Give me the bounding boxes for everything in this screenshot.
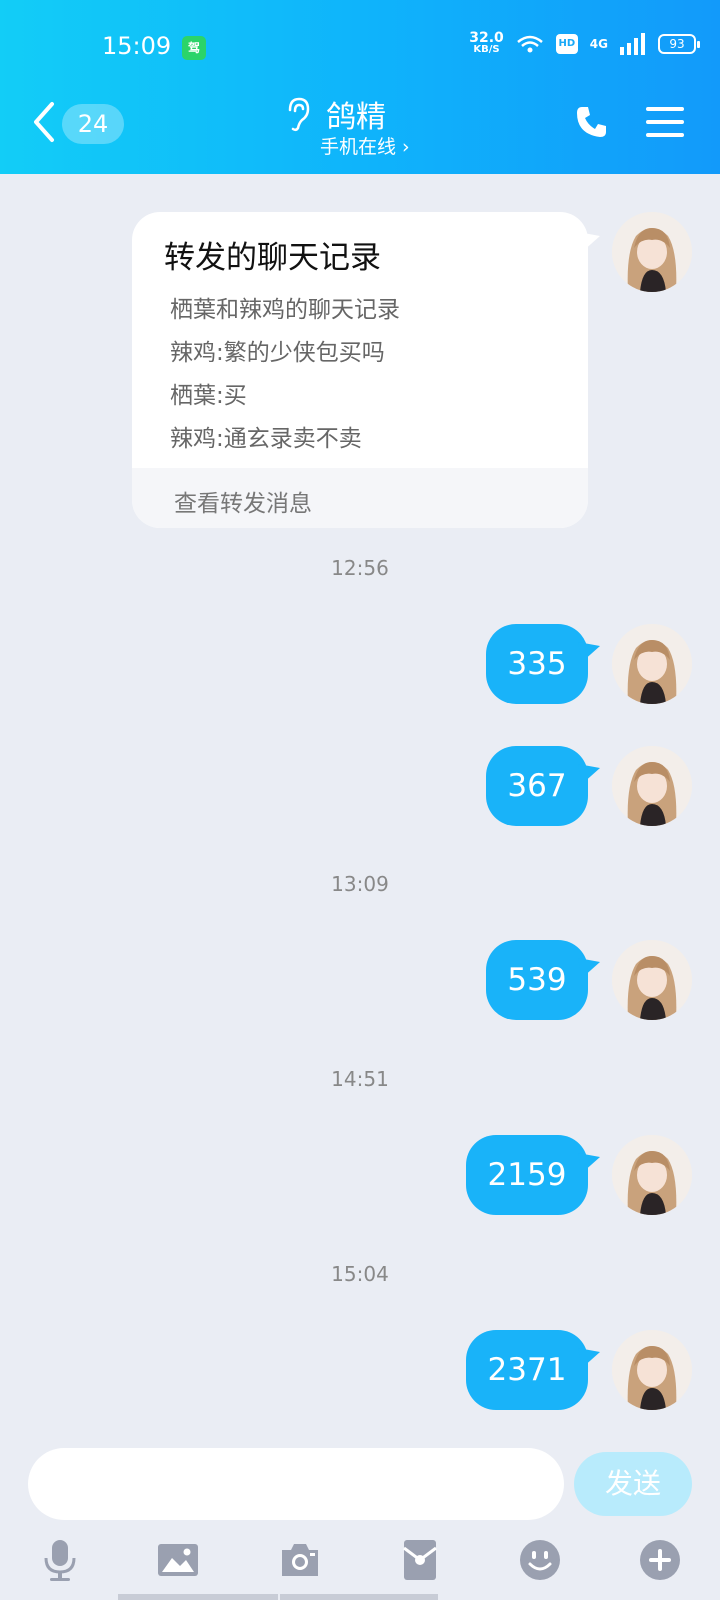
forwarded-line: 栖葉和辣鸡的聊天记录 [170, 297, 400, 323]
hd-icon: HD [555, 34, 578, 54]
avatar[interactable] [612, 624, 692, 704]
toolbar-indicator [118, 1594, 278, 1600]
bubble-tail [578, 232, 600, 252]
forwarded-line: 栖葉:买 [170, 383, 247, 409]
bubble-tail [578, 958, 600, 978]
chat-header: 15:09 驾 32.0 KB/S HD 4G 93 24 鸽精 手机在线 › [0, 0, 720, 174]
red-packet-icon[interactable] [398, 1538, 442, 1582]
message-input[interactable] [28, 1448, 564, 1520]
plus-icon[interactable] [638, 1538, 682, 1582]
message-text: 2159 [487, 1157, 567, 1193]
unread-count-badge[interactable]: 24 [62, 104, 124, 144]
back-arrow-icon[interactable] [32, 100, 56, 144]
bubble-tail [578, 1348, 600, 1368]
timestamp: 14:51 [331, 1067, 389, 1091]
emoji-icon[interactable] [518, 1538, 562, 1582]
view-forwarded-label: 查看转发消息 [174, 491, 312, 517]
message-bubble[interactable]: 539 [486, 940, 600, 1020]
avatar[interactable] [612, 1330, 692, 1410]
menu-icon[interactable] [646, 106, 684, 138]
app-notification-icon: 驾 [182, 36, 206, 60]
message-bubble[interactable]: 367 [486, 746, 600, 826]
toolbar-indicator [280, 1594, 438, 1600]
timestamp: 15:04 [331, 1262, 389, 1286]
message-text: 367 [507, 768, 567, 804]
wifi-icon [516, 35, 543, 53]
message-text: 2371 [487, 1352, 567, 1388]
bubble-tail [578, 764, 600, 784]
avatar[interactable] [612, 940, 692, 1020]
send-button[interactable]: 发送 [574, 1452, 692, 1516]
bubble-tail [578, 642, 600, 662]
avatar[interactable] [612, 212, 692, 292]
network-speed: 32.0 KB/S [469, 30, 504, 55]
message-text: 539 [507, 962, 567, 998]
ear-icon [288, 97, 310, 132]
network-type: 4G [589, 37, 608, 51]
forwarded-line: 辣鸡:繁的少侠包买吗 [170, 340, 385, 366]
forwarded-line: 辣鸡:通玄录卖不卖 [170, 426, 362, 452]
online-status[interactable]: 手机在线 › [320, 132, 410, 159]
message-bubble[interactable]: 2371 [466, 1330, 600, 1410]
bubble-tail [578, 1153, 600, 1173]
timestamp: 12:56 [331, 556, 389, 580]
battery-icon: 93 [658, 34, 700, 54]
message-bubble[interactable]: 2159 [466, 1135, 600, 1215]
camera-icon[interactable] [278, 1538, 322, 1582]
forwarded-chat-card[interactable]: 转发的聊天记录 栖葉和辣鸡的聊天记录 辣鸡:繁的少侠包买吗 栖葉:买 辣鸡:通玄… [132, 212, 600, 528]
signal-icon [620, 33, 645, 55]
timestamp: 13:09 [331, 872, 389, 896]
chat-title[interactable]: 鸽精 [326, 92, 386, 136]
view-forwarded-link[interactable]: 查看转发消息 [132, 468, 588, 528]
forwarded-card-title: 转发的聊天记录 [164, 240, 381, 276]
microphone-icon[interactable] [38, 1538, 82, 1582]
phone-icon[interactable] [574, 104, 610, 140]
avatar[interactable] [612, 746, 692, 826]
status-indicators: 32.0 KB/S HD 4G 93 [469, 30, 700, 56]
message-text: 335 [507, 646, 567, 682]
image-icon[interactable] [156, 1538, 200, 1582]
status-time: 15:09 [102, 32, 172, 60]
avatar[interactable] [612, 1135, 692, 1215]
message-bubble[interactable]: 335 [486, 624, 600, 704]
